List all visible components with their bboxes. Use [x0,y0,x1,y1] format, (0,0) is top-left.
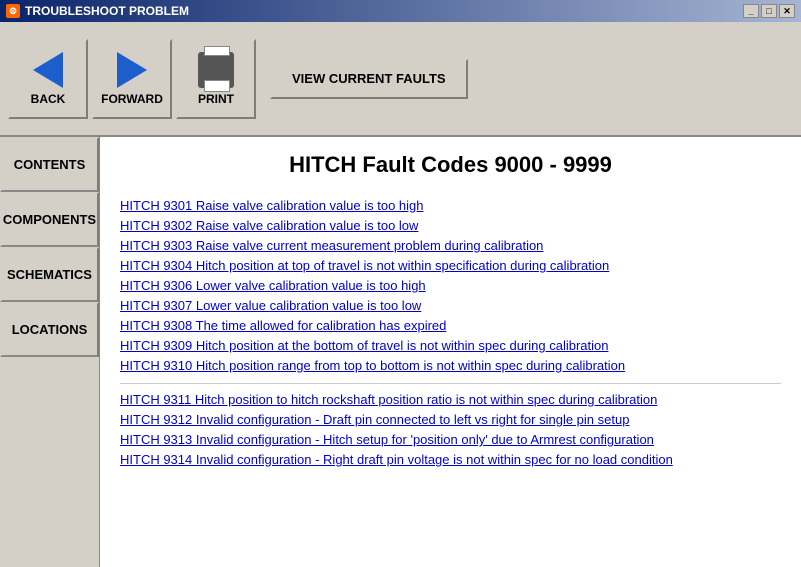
fault-9311[interactable]: HITCH 9311 Hitch position to hitch rocks… [120,392,781,407]
fault-9307[interactable]: HITCH 9307 Lower value calibration value… [120,298,781,313]
main-layout: CONTENTS COMPONENTS SCHEMATICS LOCATIONS… [0,137,801,567]
fault-9303[interactable]: HITCH 9303 Raise valve current measureme… [120,238,781,253]
back-label: BACK [31,92,66,106]
forward-label: FORWARD [101,92,163,106]
fault-9314[interactable]: HITCH 9314 Invalid configuration - Right… [120,452,781,467]
title-bar: ⚙ TROUBLESHOOT PROBLEM _ □ ✕ [0,0,801,22]
back-button[interactable]: BACK [8,39,88,119]
close-button[interactable]: ✕ [779,4,795,18]
print-label: PRINT [198,92,234,106]
arrow-left-shape [33,52,63,88]
fault-9308[interactable]: HITCH 9308 The time allowed for calibrat… [120,318,781,333]
title-bar-left: ⚙ TROUBLESHOOT PROBLEM [6,4,189,18]
sidebar-item-components[interactable]: COMPONENTS [0,192,99,247]
back-arrow-icon [23,52,73,88]
fault-9310[interactable]: HITCH 9310 Hitch position range from top… [120,358,781,373]
sidebar-item-contents[interactable]: CONTENTS [0,137,99,192]
content-area: HITCH Fault Codes 9000 - 9999 HITCH 9301… [100,137,801,567]
maximize-button[interactable]: □ [761,4,777,18]
printer-icon [198,52,234,88]
forward-arrow-icon [107,52,157,88]
divider-1 [120,383,781,384]
fault-9301[interactable]: HITCH 9301 Raise valve calibration value… [120,198,781,213]
title-controls[interactable]: _ □ ✕ [743,4,795,18]
fault-9304[interactable]: HITCH 9304 Hitch position at top of trav… [120,258,781,273]
sidebar-item-schematics[interactable]: SCHEMATICS [0,247,99,302]
view-current-faults-button[interactable]: VIEW CURRENT FAULTS [270,59,468,99]
page-title: HITCH Fault Codes 9000 - 9999 [120,152,781,178]
fault-9306[interactable]: HITCH 9306 Lower valve calibration value… [120,278,781,293]
arrow-right-shape [117,52,147,88]
fault-list-2: HITCH 9311 Hitch position to hitch rocks… [120,392,781,467]
title-text: TROUBLESHOOT PROBLEM [25,4,189,18]
app-icon: ⚙ [6,4,20,18]
print-button[interactable]: PRINT [176,39,256,119]
fault-list: HITCH 9301 Raise valve calibration value… [120,198,781,373]
fault-9309[interactable]: HITCH 9309 Hitch position at the bottom … [120,338,781,353]
forward-button[interactable]: FORWARD [92,39,172,119]
sidebar: CONTENTS COMPONENTS SCHEMATICS LOCATIONS [0,137,100,567]
toolbar: BACK FORWARD PRINT VIEW CURRENT FAULTS [0,22,801,137]
content-scroll[interactable]: HITCH Fault Codes 9000 - 9999 HITCH 9301… [100,137,801,567]
minimize-button[interactable]: _ [743,4,759,18]
fault-9313[interactable]: HITCH 9313 Invalid configuration - Hitch… [120,432,781,447]
fault-9312[interactable]: HITCH 9312 Invalid configuration - Draft… [120,412,781,427]
sidebar-item-locations[interactable]: LOCATIONS [0,302,99,357]
fault-9302[interactable]: HITCH 9302 Raise valve calibration value… [120,218,781,233]
